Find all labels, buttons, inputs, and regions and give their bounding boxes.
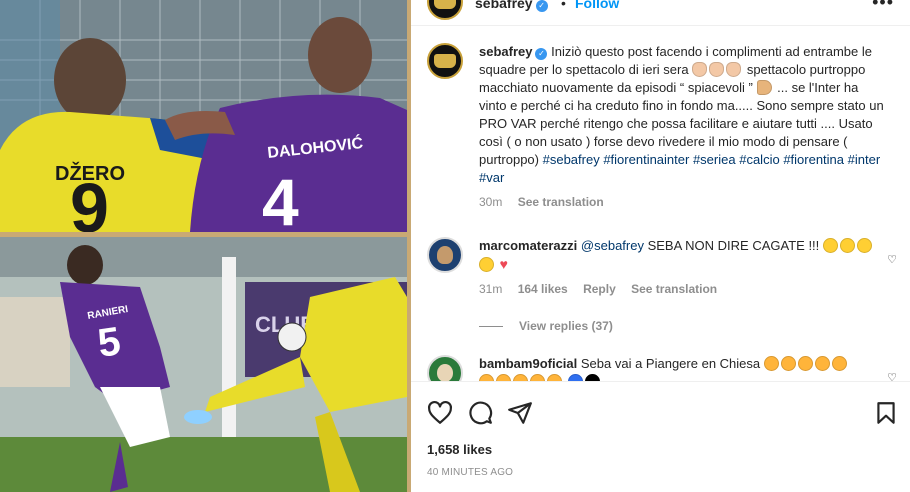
caption-avatar[interactable] <box>427 43 463 79</box>
commenter-username[interactable]: marcomaterazzi <box>479 238 577 253</box>
bottom-frame-illustration: CLUB RANIERI 5 <box>0 237 407 492</box>
hashtag[interactable]: #inter <box>848 152 881 167</box>
follow-button[interactable]: Follow <box>575 0 619 11</box>
heart-emoji-icon <box>567 374 602 381</box>
commenter-username[interactable]: bambam9oficial <box>479 356 577 371</box>
jersey-left-number: 9 <box>70 169 109 232</box>
verified-badge-icon: ✓ <box>535 48 548 60</box>
post-likes-count[interactable]: 1,658 likes <box>427 442 492 457</box>
hashtag[interactable]: #var <box>479 170 504 185</box>
media-frame-bottom: CLUB RANIERI 5 <box>0 237 407 492</box>
post-media[interactable]: DŽERO 9 DALOHOVIĆ 4 CLUB RANIERI 5 <box>0 0 411 492</box>
author-username[interactable]: sebafrey ✓ <box>475 0 548 12</box>
more-horizontal-icon[interactable]: ••• <box>872 0 894 13</box>
caption-see-translation-link[interactable]: See translation <box>518 195 604 209</box>
thumbs-down-emoji-icon <box>756 80 772 95</box>
share-icon[interactable] <box>507 400 533 426</box>
view-replies-label[interactable]: View replies (37) <box>519 319 613 333</box>
sad-emoji-icon <box>763 356 849 371</box>
comments-panel[interactable]: sebafrey ✓ Iniziò questo post facendo i c… <box>411 27 910 381</box>
caption-time: 30m <box>479 195 503 209</box>
post-actions: 1,658 likes 40 MINUTES AGO <box>411 381 910 492</box>
hashtag[interactable]: #sebafrey <box>543 152 600 167</box>
comment-see-translation-link[interactable]: See translation <box>631 282 717 296</box>
hashtag[interactable]: #fiorentina <box>783 152 844 167</box>
author-username-text[interactable]: sebafrey <box>475 0 533 11</box>
comment-icon[interactable] <box>467 400 493 426</box>
top-frame-illustration: DŽERO 9 DALOHOVIĆ 4 <box>0 0 407 232</box>
comment-text: Seba vai a Piangere en Chiesa <box>580 356 761 371</box>
comment-body: marcomaterazzi @sebafrey SEBA NON DIRE C… <box>479 237 889 298</box>
caption-body: sebafrey ✓ Iniziò questo post facendo i c… <box>479 43 889 211</box>
comment-meta: 31m 164 likes Reply See translation <box>479 280 889 298</box>
jersey-right-number: 4 <box>262 165 299 232</box>
author-avatar[interactable] <box>427 0 463 20</box>
comment-reply-button[interactable]: Reply <box>583 282 616 296</box>
post-timestamp: 40 MINUTES AGO <box>427 467 514 478</box>
verified-badge-icon: ✓ <box>535 0 548 12</box>
sad-emoji-icon <box>479 374 564 381</box>
hashtag[interactable]: #calcio <box>739 152 779 167</box>
commenter-avatar[interactable] <box>427 355 463 381</box>
hashtag[interactable]: #fiorentinainter <box>603 152 689 167</box>
comment-likes-count[interactable]: 164 likes <box>518 282 568 296</box>
comment-mention[interactable]: @sebafrey <box>581 238 644 253</box>
hashtag[interactable]: #seriea <box>693 152 736 167</box>
comment-time: 31m <box>479 282 503 296</box>
separator-dot: • <box>561 0 566 11</box>
bookmark-icon[interactable] <box>873 400 899 426</box>
heart-icon[interactable] <box>427 400 453 426</box>
caption-username[interactable]: sebafrey <box>479 44 532 59</box>
replies-line <box>479 326 503 328</box>
media-frame-top: DŽERO 9 DALOHOVIĆ 4 <box>0 0 407 232</box>
commenter-avatar[interactable] <box>427 237 463 273</box>
post-header: sebafrey ✓ • Follow ••• <box>411 0 910 26</box>
comment-like-heart-icon[interactable]: ♡ <box>887 371 897 381</box>
comment-text: SEBA NON DIRE CAGATE !!! <box>647 238 820 253</box>
caption-meta: 30m See translation <box>479 193 889 211</box>
clap-emoji-icon <box>692 62 743 77</box>
red-heart-emoji-icon: ♥ <box>499 256 508 272</box>
comment-like-heart-icon[interactable]: ♡ <box>887 253 897 266</box>
comment-body: bambam9oficial Seba vai a Piangere en Ch… <box>479 355 889 381</box>
view-replies-button[interactable]: View replies (37) <box>479 319 613 333</box>
